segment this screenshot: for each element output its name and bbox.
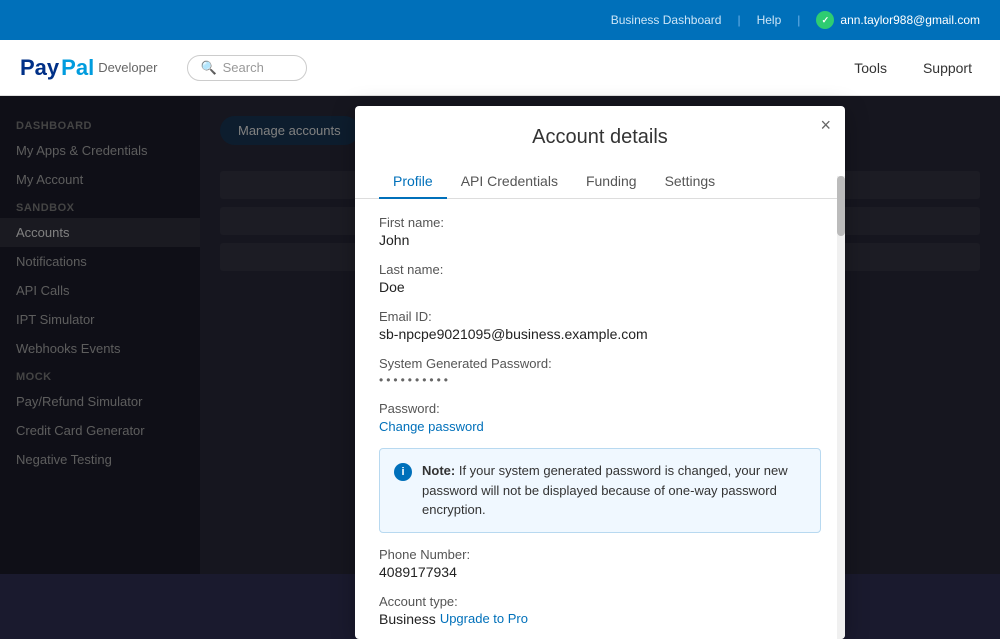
last-name-field: Last name: Doe — [379, 262, 821, 295]
tab-funding[interactable]: Funding — [572, 165, 651, 199]
search-bar[interactable]: 🔍 Search — [187, 55, 307, 81]
first-name-field: First name: John — [379, 215, 821, 248]
note-strong: Note: — [422, 463, 455, 478]
account-type-value: Business — [379, 611, 436, 627]
last-name-value: Doe — [379, 279, 821, 295]
search-text: Search — [223, 60, 264, 75]
help-link[interactable]: Help — [757, 13, 782, 27]
nav-divider-1: | — [737, 13, 740, 27]
user-status-dot: ✓ — [816, 11, 834, 29]
tab-settings[interactable]: Settings — [651, 165, 730, 199]
tab-api-credentials[interactable]: API Credentials — [447, 165, 572, 199]
scroll-thumb[interactable] — [837, 176, 845, 236]
main-content: Manage accounts Create account × Account… — [200, 96, 1000, 574]
sys-password-field: System Generated Password: •••••••••• — [379, 356, 821, 387]
email-id-value: sb-npcpe9021095@business.example.com — [379, 326, 821, 342]
phone-label: Phone Number: — [379, 547, 821, 562]
support-nav-link[interactable]: Support — [915, 60, 980, 76]
change-password-link[interactable]: Change password — [379, 419, 484, 434]
tab-profile[interactable]: Profile — [379, 165, 447, 199]
password-field: Password: Change password — [379, 401, 821, 434]
account-type-label: Account type: — [379, 594, 821, 609]
modal-body: First name: John Last name: Doe Email ID… — [355, 199, 845, 639]
note-box: i Note: If your system generated passwor… — [379, 448, 821, 533]
page-layout: DASHBOARD My Apps & Credentials My Accou… — [0, 96, 1000, 574]
logo-pay: Pay — [20, 55, 59, 81]
modal-title: Account details — [355, 106, 845, 149]
tools-nav-link[interactable]: Tools — [846, 60, 895, 76]
upgrade-to-pro-link[interactable]: Upgrade to Pro — [440, 611, 528, 626]
logo: PayPal Developer — [20, 55, 157, 81]
business-dashboard-link[interactable]: Business Dashboard — [611, 13, 722, 27]
nav-divider-2: | — [797, 13, 800, 27]
note-body: If your system generated password is cha… — [422, 463, 788, 517]
account-type-field: Account type: Business Upgrade to Pro — [379, 594, 821, 627]
info-icon: i — [394, 463, 412, 481]
note-text: Note: If your system generated password … — [422, 461, 806, 520]
search-icon: 🔍 — [200, 60, 216, 76]
logo-pal: Pal — [61, 55, 94, 81]
phone-value: 4089177934 — [379, 564, 821, 580]
top-navigation: Business Dashboard | Help | ✓ ann.taylor… — [0, 0, 1000, 40]
sys-password-value: •••••••••• — [379, 373, 821, 387]
modal-backdrop: × Account details Profile API Credential… — [0, 96, 1000, 574]
last-name-label: Last name: — [379, 262, 821, 277]
first-name-label: First name: — [379, 215, 821, 230]
user-email: ann.taylor988@gmail.com — [840, 13, 980, 27]
phone-field: Phone Number: 4089177934 — [379, 547, 821, 580]
first-name-value: John — [379, 232, 821, 248]
user-badge: ✓ ann.taylor988@gmail.com — [816, 11, 980, 29]
sys-password-label: System Generated Password: — [379, 356, 821, 371]
account-details-modal: × Account details Profile API Credential… — [355, 106, 845, 639]
email-id-field: Email ID: sb-npcpe9021095@business.examp… — [379, 309, 821, 342]
modal-tabs: Profile API Credentials Funding Settings — [355, 165, 845, 199]
modal-close-button[interactable]: × — [820, 116, 831, 134]
password-label: Password: — [379, 401, 821, 416]
main-navigation: PayPal Developer 🔍 Search Tools Support — [0, 40, 1000, 96]
scroll-track — [837, 176, 845, 639]
email-id-label: Email ID: — [379, 309, 821, 324]
logo-developer: Developer — [98, 60, 157, 75]
